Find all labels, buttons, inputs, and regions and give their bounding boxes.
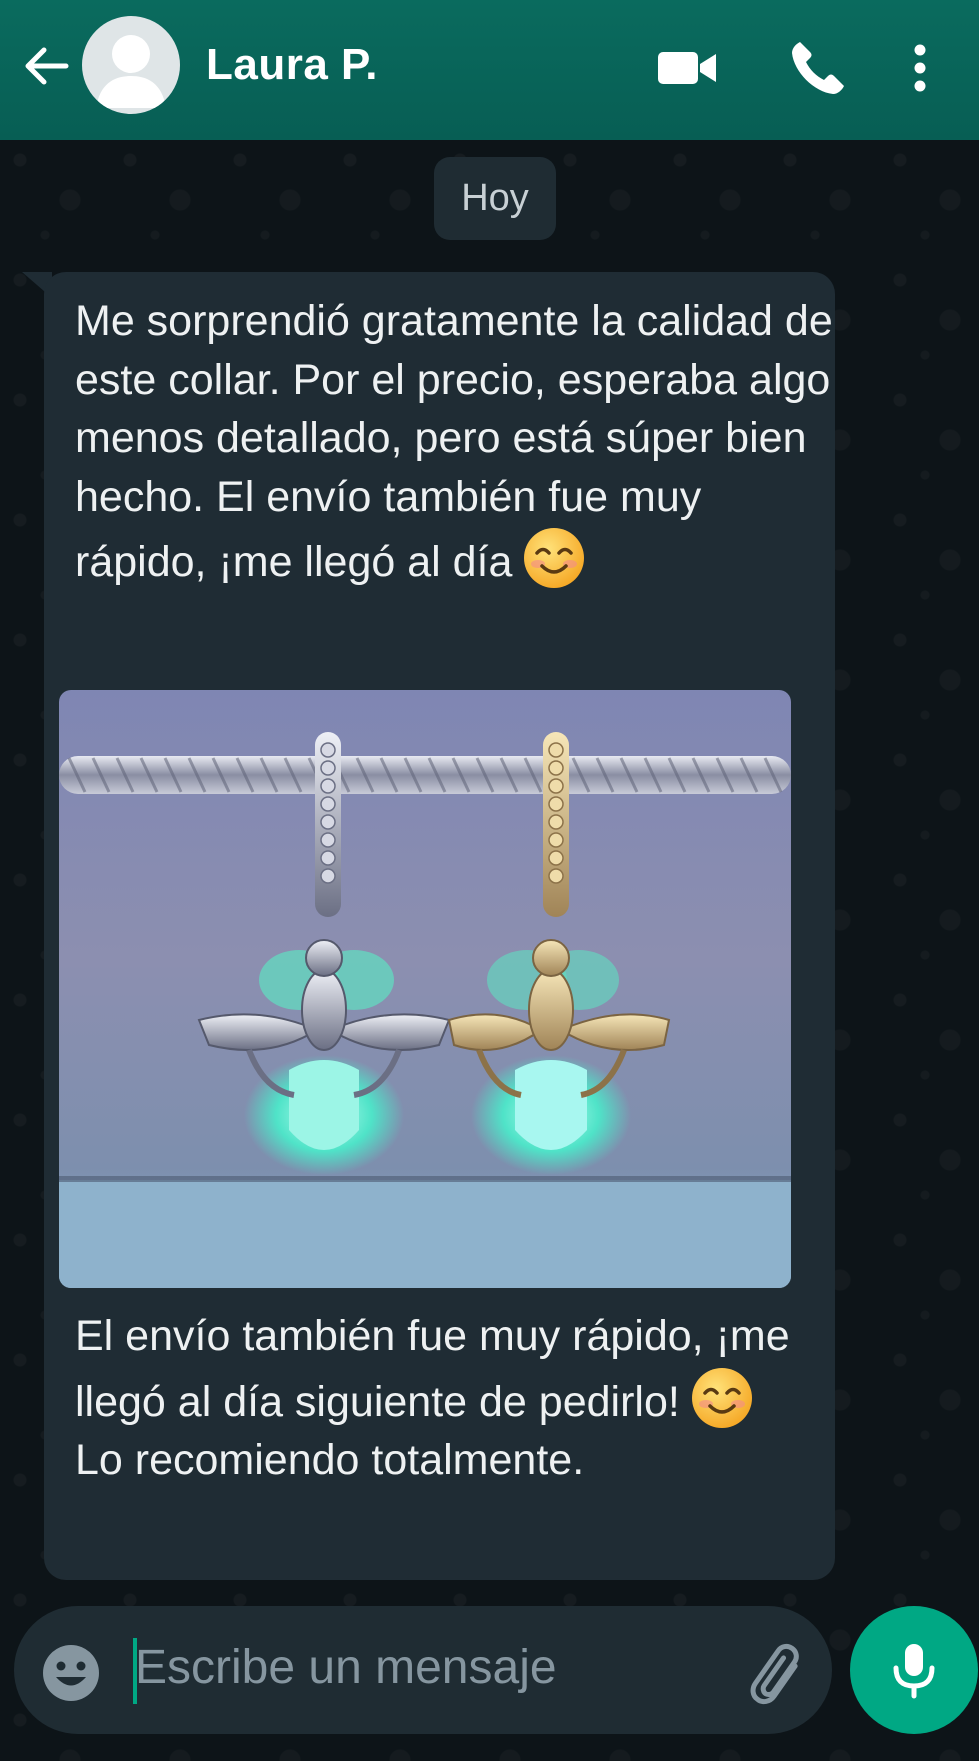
date-chip: Hoy (434, 157, 556, 240)
phone-icon (792, 42, 844, 94)
contact-name[interactable]: Laura P. (206, 40, 378, 90)
message-photo[interactable] (59, 690, 791, 1288)
video-call-icon (658, 52, 716, 84)
arrow-left-icon (25, 47, 69, 85)
video-call-button[interactable] (656, 36, 720, 100)
microphone-icon (893, 1644, 935, 1699)
message-text-bottom: El envío también fue muy rápido, ¡me lle… (75, 1312, 790, 1484)
default-avatar-icon (96, 35, 166, 108)
attach-button[interactable] (736, 1636, 810, 1710)
message-input[interactable]: Escribe un mensaje (135, 1640, 557, 1695)
contact-avatar[interactable] (82, 16, 180, 114)
emoji-button[interactable] (38, 1640, 104, 1706)
smiling-face-emoji (690, 1366, 754, 1430)
message-text-top: Me sorprendió gratamente la calidad de e… (75, 292, 835, 592)
smiling-face-emoji (522, 526, 586, 590)
chat-header: Laura P. (0, 0, 979, 140)
photo-firefly-charms (59, 690, 791, 1288)
more-vertical-icon (914, 44, 926, 92)
voice-call-button[interactable] (786, 36, 850, 100)
microphone-button[interactable] (850, 1606, 978, 1734)
emoji-icon (43, 1645, 99, 1701)
back-button[interactable] (18, 38, 74, 94)
menu-button[interactable] (900, 36, 940, 100)
paperclip-icon (750, 1643, 799, 1705)
